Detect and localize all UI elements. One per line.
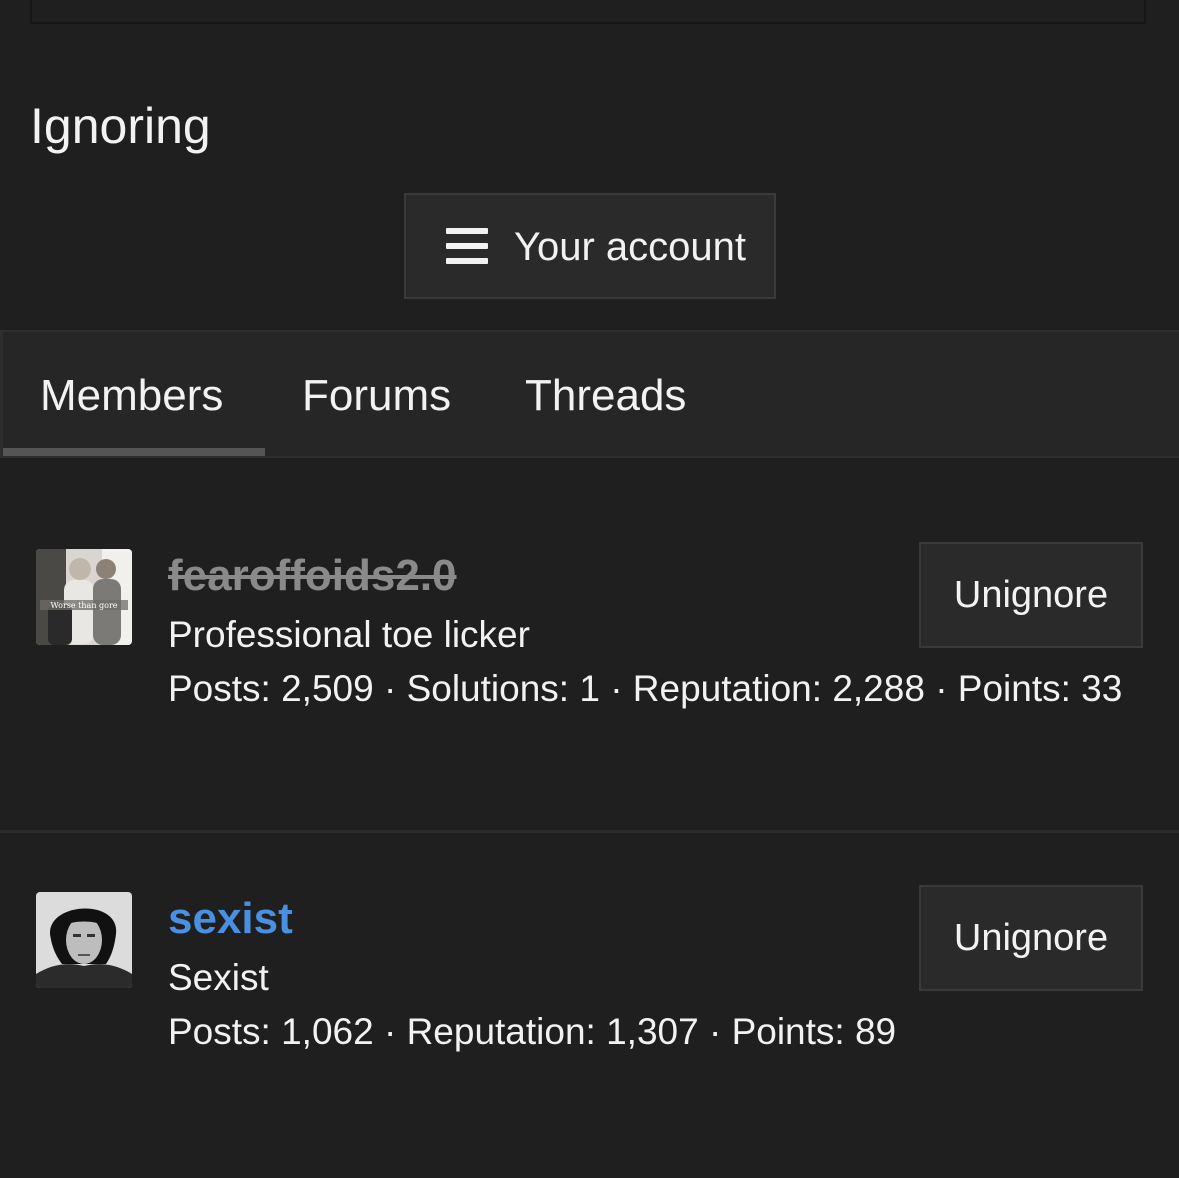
avatar-caption: Worse than gore <box>50 601 117 610</box>
your-account-label: Your account <box>514 225 747 269</box>
member-user-title: Professional toe licker <box>168 614 530 655</box>
member-user-title: Sexist <box>168 957 269 998</box>
unignore-button[interactable]: Unignore <box>919 885 1143 991</box>
tab-members[interactable]: Members <box>40 368 223 424</box>
hamburger-menu-icon <box>446 228 488 264</box>
member-username[interactable]: fearoffoids2.0 <box>168 549 457 603</box>
member-username[interactable]: sexist <box>168 892 293 946</box>
active-tab-indicator <box>3 448 265 456</box>
page-title: Ignoring <box>30 98 211 154</box>
top-panel-edge <box>30 0 1146 24</box>
tab-forums[interactable]: Forums <box>302 368 451 424</box>
tabs-bar: Members Forums Threads <box>0 330 1179 458</box>
avatar[interactable]: Worse than gore <box>36 549 132 645</box>
unignore-button[interactable]: Unignore <box>919 542 1143 648</box>
tab-threads[interactable]: Threads <box>525 368 686 424</box>
ignored-member-row: sexist Sexist Posts: 1,062 · Reputation:… <box>0 830 1179 1178</box>
member-stats: Posts: 2,509 · Solutions: 1 · Reputation… <box>168 668 1123 709</box>
avatar[interactable] <box>36 892 132 988</box>
ignored-member-row: Worse than gore fearoffoids2.0 Professio… <box>0 458 1179 830</box>
your-account-button[interactable]: Your account <box>404 193 776 299</box>
member-stats: Posts: 1,062 · Reputation: 1,307 · Point… <box>168 1011 897 1052</box>
